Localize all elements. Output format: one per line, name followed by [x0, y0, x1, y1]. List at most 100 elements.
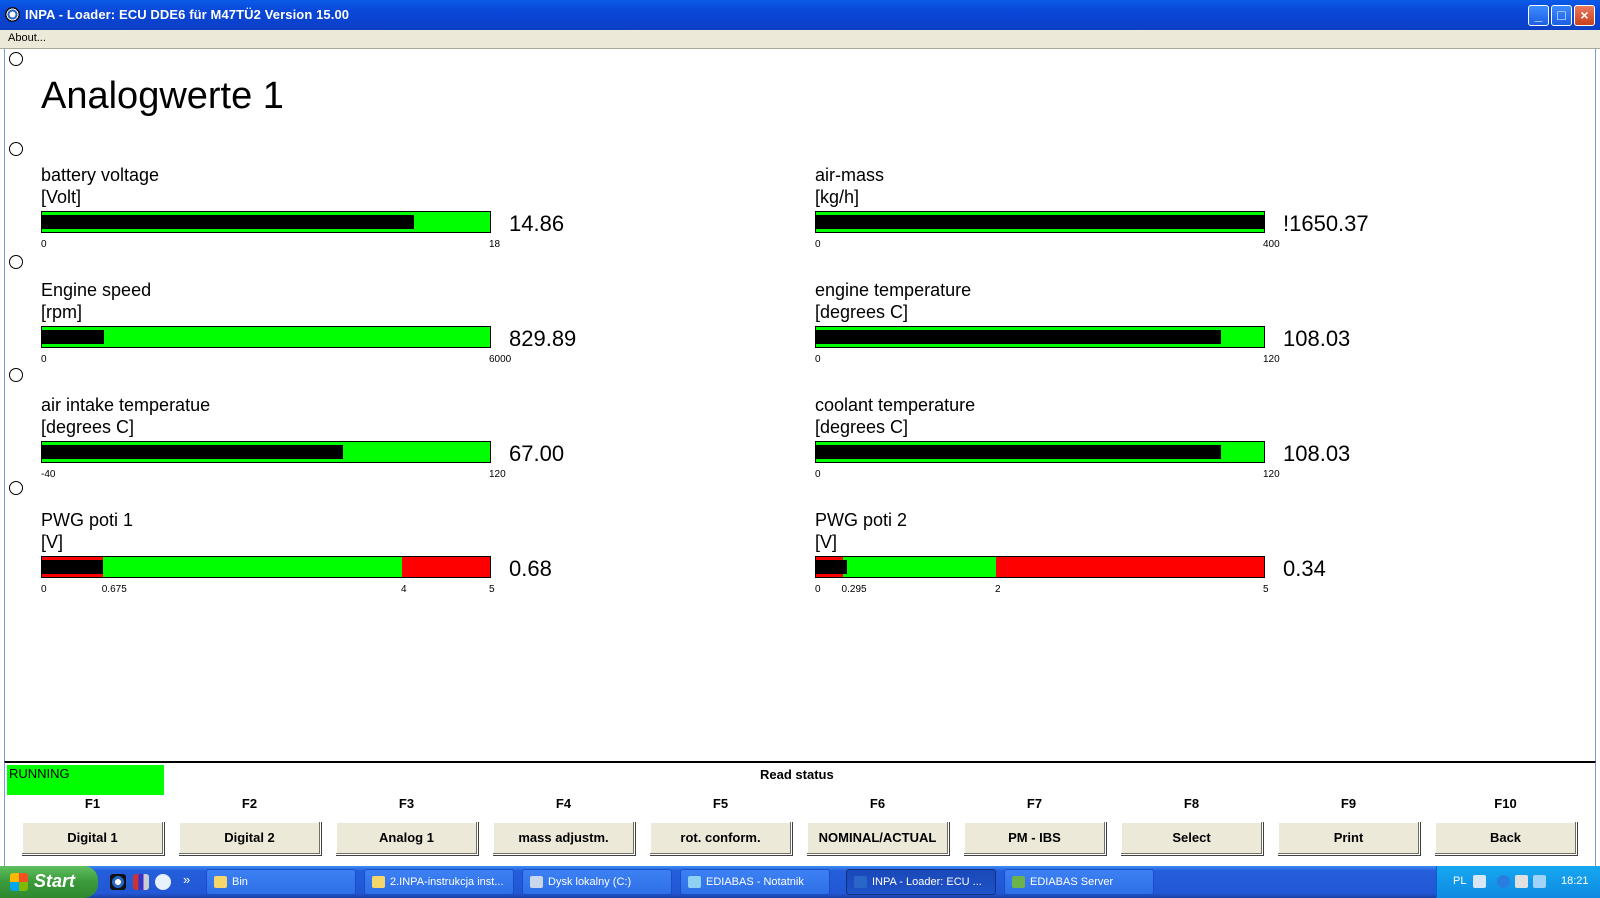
language-indicator[interactable]: PL — [1453, 875, 1466, 887]
fkey-button-f6[interactable]: NOMINAL/ACTUAL — [806, 821, 949, 855]
fkey-button-f9[interactable]: Print — [1277, 821, 1420, 855]
gauge-value: 67.00 — [509, 441, 565, 466]
volume-icon[interactable] — [1533, 875, 1546, 888]
fkey-button-f8[interactable]: Select — [1120, 821, 1263, 855]
gauge-unit: [Volt] — [41, 187, 82, 207]
taskbar-task[interactable]: Dysk lokalny (C:) — [522, 869, 672, 895]
task-app-icon — [214, 876, 227, 888]
fkey-button-f3[interactable]: Analog 1 — [335, 821, 478, 855]
gauge-bar — [815, 441, 1265, 463]
maximize-button[interactable]: □ — [1551, 5, 1572, 26]
gauge-value: !1650.37 — [1283, 211, 1369, 236]
running-text: RUNNING — [9, 766, 70, 781]
taskbar-task[interactable]: INPA - Loader: ECU ... — [846, 869, 996, 895]
menu-bar: About... — [0, 30, 1600, 49]
gauge-fill — [42, 560, 104, 574]
fkey-button-f4[interactable]: mass adjustm. — [492, 821, 635, 855]
gauge-label: PWG poti 2 — [815, 510, 908, 530]
gauge-bar — [41, 326, 491, 348]
gauge-label: PWG poti 1 — [41, 510, 134, 530]
ring-icon — [9, 52, 23, 66]
task-app-icon — [372, 876, 385, 888]
close-button[interactable]: × — [1574, 5, 1595, 26]
gauge-bar — [815, 211, 1265, 233]
taskbar-task[interactable]: EDIABAS - Notatnik — [680, 869, 830, 895]
gauge-tick-label: 400 — [1263, 239, 1280, 250]
ring-icon — [9, 142, 23, 156]
fkey-label-f4: F4 — [555, 796, 572, 811]
menu-about[interactable]: About... — [8, 32, 46, 44]
fkey-button-f5[interactable]: rot. conform. — [649, 821, 792, 855]
minimize-button[interactable]: _ — [1528, 5, 1549, 26]
collapse-tray-icon[interactable] — [1497, 875, 1510, 888]
gauge-value: 14.86 — [509, 211, 565, 236]
gauge-bar — [41, 211, 491, 233]
gauge-4: air intake temperatue [degrees C] 67.00 -40… — [41, 395, 681, 495]
gauge-tick-label: 120 — [489, 469, 506, 480]
gauge-value: 829.89 — [509, 326, 577, 351]
gauge-tick-label: 0 — [815, 354, 821, 365]
fkey-button-f2[interactable]: Digital 2 — [178, 821, 321, 855]
gauge-fill — [816, 330, 1222, 344]
inpa-quicklaunch-icon[interactable] — [110, 874, 126, 890]
network-icon[interactable] — [1515, 875, 1528, 888]
taskbar-task[interactable]: EDIABAS Server — [1004, 869, 1154, 895]
app-icon[interactable] — [5, 7, 20, 22]
fkey-button-f10[interactable]: Back — [1434, 821, 1577, 855]
start-button[interactable]: Start — [0, 866, 98, 898]
task-label: Dysk lokalny (C:) — [548, 876, 632, 888]
gauge-tick-label: 0 — [41, 354, 47, 365]
gauge-tick-label: 18 — [489, 239, 501, 250]
gauge-tick-label: 0 — [815, 584, 821, 595]
gauge-5: coolant temperature [degrees C] 108.03 0 120 — [815, 395, 1455, 495]
gauge-label: coolant temperature — [815, 395, 976, 415]
gauge-red-zone — [402, 557, 490, 577]
read-status-label: Read status — [760, 767, 834, 782]
ring-icon — [9, 368, 23, 382]
taskbar-task[interactable]: 2.INPA-instrukcja inst... — [364, 869, 514, 895]
fkey-label-f9: F9 — [1340, 796, 1357, 811]
task-label: 2.INPA-instrukcja inst... — [390, 876, 504, 888]
gauge-unit: [V] — [815, 532, 838, 552]
more-quicklaunch-icon[interactable]: » — [183, 872, 190, 887]
gauge-unit: [degrees C] — [41, 417, 135, 437]
gauge-unit: [degrees C] — [815, 417, 909, 437]
gauge-tick-label: 6000 — [489, 354, 512, 365]
gauge-tick-label: 5 — [1263, 584, 1269, 595]
gauge-tick-label: 120 — [1263, 469, 1280, 480]
gauge-label: battery voltage — [41, 165, 160, 185]
keyboard-icon[interactable] — [1473, 875, 1486, 888]
fkey-label-f10: F10 — [1494, 796, 1517, 811]
fkey-label-f3: F3 — [398, 796, 415, 811]
ring-icon — [9, 255, 23, 269]
gauge-tick-label: 0 — [815, 239, 821, 250]
browser-quicklaunch-icon[interactable] — [155, 874, 171, 890]
start-label: Start — [34, 871, 76, 891]
gauge-fill — [42, 445, 343, 459]
clock: 18:21 — [1561, 875, 1589, 887]
gauge-value: 0.68 — [509, 556, 552, 581]
fkey-label-f2: F2 — [241, 796, 258, 811]
gauge-bar — [815, 556, 1265, 578]
taskbar-task[interactable]: Bin — [206, 869, 356, 895]
gauge-bar — [41, 441, 491, 463]
gauge-label: air intake temperatue — [41, 395, 211, 415]
fkey-button-f7[interactable]: PM - IBS — [963, 821, 1106, 855]
system-tray: PL 18:21 — [1436, 866, 1600, 898]
task-app-icon — [688, 876, 701, 888]
task-label: EDIABAS Server — [1030, 876, 1114, 888]
gauge-red-zone — [996, 557, 1264, 577]
fkey-button-f1[interactable]: Digital 1 — [21, 821, 164, 855]
gauge-unit: [degrees C] — [815, 302, 909, 322]
flag-quicklaunch-icon[interactable] — [133, 874, 149, 890]
gauge-unit: [V] — [41, 532, 64, 552]
task-app-icon — [1012, 876, 1025, 888]
windows-logo-icon — [10, 873, 28, 891]
gauge-value: 108.03 — [1283, 441, 1351, 466]
gauge-tick-label: 0.295 — [841, 584, 867, 595]
title-bar[interactable]: INPA - Loader: ECU DDE6 für M47TÜ2 Versi… — [0, 0, 1600, 30]
gauge-fill — [42, 215, 414, 229]
gauge-label: air-mass — [815, 165, 885, 185]
gauge-bar — [815, 326, 1265, 348]
gauge-1: air-mass [kg/h] !1650.37 0 400 — [815, 165, 1455, 265]
